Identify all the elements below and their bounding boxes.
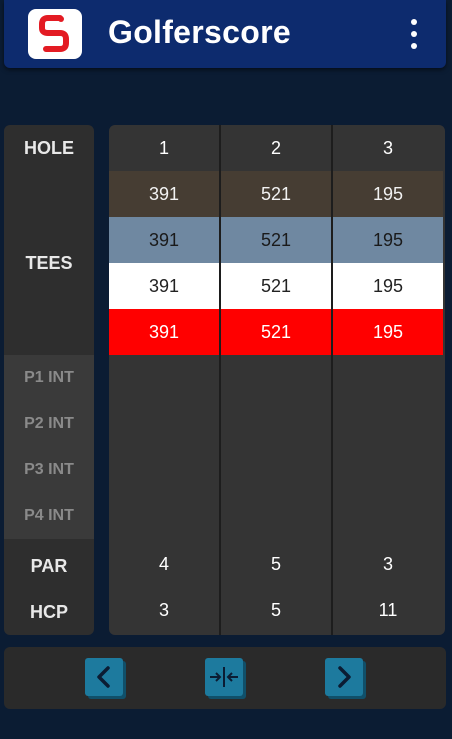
hole-number: 2 bbox=[270, 137, 281, 158]
p2-int-cell[interactable] bbox=[109, 401, 219, 447]
scorecard-grid: 1 391 391 391 391 4 3 2 521 521 521 521 … bbox=[109, 125, 445, 635]
tee-yardage: 195 bbox=[333, 171, 443, 217]
p1-int-label: P1 INT bbox=[4, 355, 94, 401]
tee-yardage: 391 bbox=[109, 309, 219, 355]
p4-int-cell[interactable] bbox=[221, 493, 331, 539]
tee-yardage: 391 bbox=[109, 217, 219, 263]
tee-yardage: 195 bbox=[333, 309, 443, 355]
app-title: Golferscore bbox=[108, 14, 291, 50]
hole-label: HOLE bbox=[23, 137, 74, 158]
p4-int-cell[interactable] bbox=[333, 493, 443, 539]
hcp-label: HCP bbox=[29, 601, 68, 622]
collapse-view-button[interactable] bbox=[205, 658, 243, 696]
hole-number: 3 bbox=[382, 137, 393, 158]
p1-int-cell[interactable] bbox=[221, 355, 331, 401]
more-vert-icon[interactable] bbox=[400, 14, 428, 54]
golferscore-logo-icon bbox=[28, 9, 82, 59]
previous-holes-button[interactable] bbox=[85, 658, 123, 696]
hole-number: 1 bbox=[158, 137, 169, 158]
app-bar: Golferscore bbox=[4, 0, 446, 68]
par-value: 4 bbox=[158, 553, 169, 574]
p1-int-cell[interactable] bbox=[109, 355, 219, 401]
p3-int-cell[interactable] bbox=[333, 447, 443, 493]
hcp-value: 11 bbox=[378, 599, 398, 620]
row-labels: HOLE TEES P1 INT P2 INT P3 INT P4 INT PA… bbox=[4, 125, 94, 635]
p3-int-label: P3 INT bbox=[4, 447, 94, 493]
collapse-horizontal-icon bbox=[210, 667, 238, 687]
next-holes-button[interactable] bbox=[325, 658, 363, 696]
tee-yardage: 521 bbox=[221, 171, 331, 217]
tee-yardage: 391 bbox=[109, 263, 219, 309]
hcp-value: 5 bbox=[270, 599, 281, 620]
tee-yardage: 521 bbox=[221, 309, 331, 355]
hole-column: 3 195 195 195 195 3 11 bbox=[333, 125, 443, 635]
tees-label: TEES bbox=[25, 252, 73, 273]
par-value: 3 bbox=[382, 553, 393, 574]
chevron-left-icon bbox=[97, 666, 110, 688]
p4-int-label: P4 INT bbox=[4, 493, 94, 539]
hole-column: 1 391 391 391 391 4 3 bbox=[109, 125, 219, 635]
p2-int-cell[interactable] bbox=[333, 401, 443, 447]
hole-column: 2 521 521 521 521 5 5 bbox=[221, 125, 331, 635]
p3-int-cell[interactable] bbox=[109, 447, 219, 493]
tee-yardage: 195 bbox=[333, 217, 443, 263]
p4-int-cell[interactable] bbox=[109, 493, 219, 539]
p2-int-cell[interactable] bbox=[221, 401, 331, 447]
tee-yardage: 391 bbox=[109, 171, 219, 217]
tee-yardage: 521 bbox=[221, 217, 331, 263]
navigation-footer bbox=[4, 647, 446, 709]
p2-int-label: P2 INT bbox=[4, 401, 94, 447]
chevron-right-icon bbox=[338, 666, 351, 688]
tee-yardage: 521 bbox=[221, 263, 331, 309]
par-label: PAR bbox=[30, 555, 68, 576]
hcp-value: 3 bbox=[158, 599, 169, 620]
p1-int-cell[interactable] bbox=[333, 355, 443, 401]
tee-yardage: 195 bbox=[333, 263, 443, 309]
par-value: 5 bbox=[270, 553, 281, 574]
p3-int-cell[interactable] bbox=[221, 447, 331, 493]
